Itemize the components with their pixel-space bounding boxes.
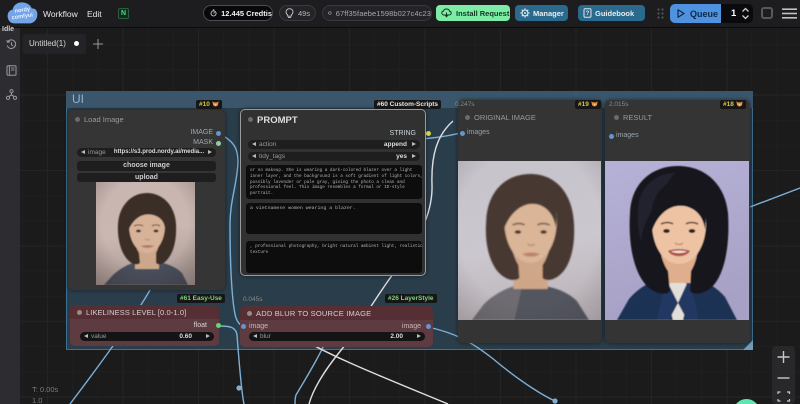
svg-text:?: ? xyxy=(586,11,590,17)
